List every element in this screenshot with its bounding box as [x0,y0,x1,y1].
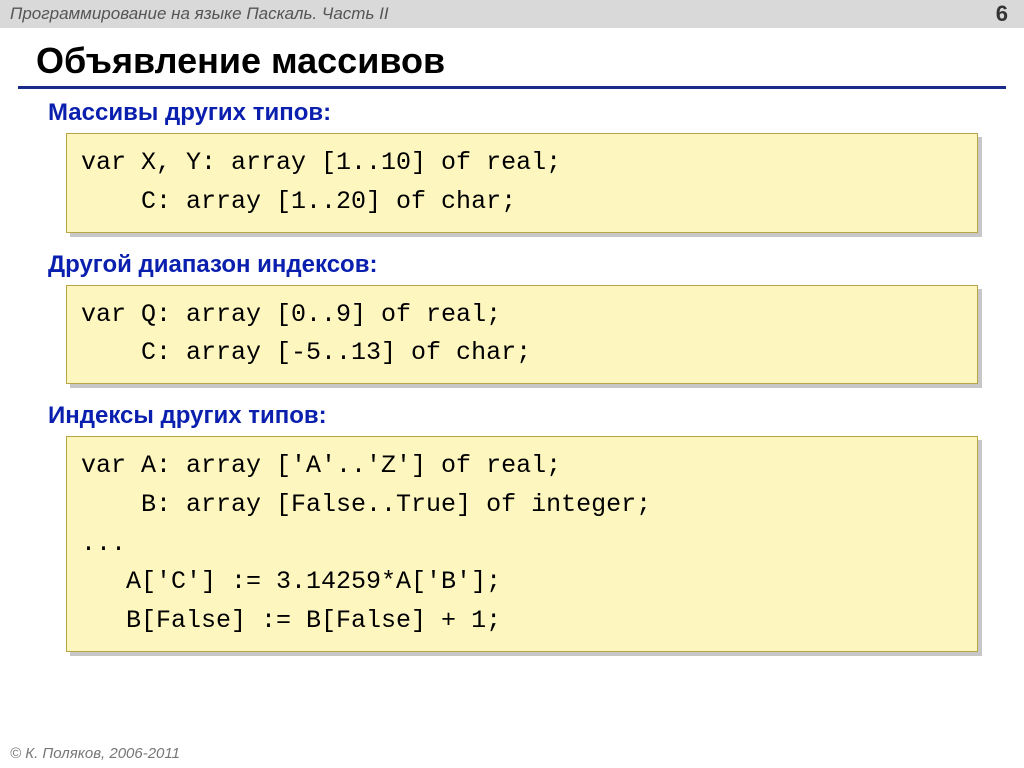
footer-text: К. Поляков, 2006-2011 [25,745,180,762]
copyright-icon: © [10,745,21,762]
content-area: Массивы других типов: var X, Y: array [1… [0,99,1024,652]
slide-title: Объявление массивов [0,28,1024,86]
page-number: 6 [996,1,1008,27]
top-bar: Программирование на языке Паскаль. Часть… [0,0,1024,28]
footer: © К. Поляков, 2006-2011 [10,745,180,762]
section-heading-1: Массивы других типов: [48,99,988,127]
title-underline [18,86,1006,89]
slide: Программирование на языке Паскаль. Часть… [0,0,1024,768]
section-heading-3: Индексы других типов: [48,402,988,430]
code-block-1: var X, Y: array [1..10] of real; C: arra… [66,133,978,233]
code-block-2: var Q: array [0..9] of real; C: array [-… [66,285,978,385]
code-block-3: var A: array ['A'..'Z'] of real; B: arra… [66,436,978,652]
course-title: Программирование на языке Паскаль. Часть… [10,4,389,24]
section-heading-2: Другой диапазон индексов: [48,251,988,279]
